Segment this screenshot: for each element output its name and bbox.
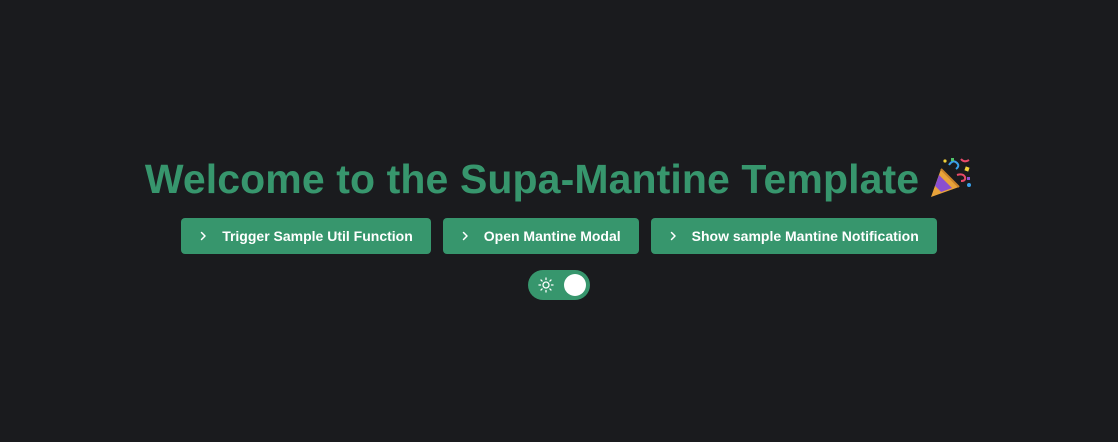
chevron-right-icon	[667, 230, 679, 242]
toggle-thumb[interactable]	[564, 274, 586, 296]
trigger-sample-util-function-button[interactable]: Trigger Sample Util Function	[181, 218, 431, 254]
button-label: Trigger Sample Util Function	[222, 228, 413, 244]
page-title-text: Welcome to the Supa-Mantine Template	[144, 156, 920, 202]
sun-icon	[538, 277, 554, 293]
page-title: Welcome to the Supa-Mantine Template	[0, 150, 1118, 208]
button-label: Show sample Mantine Notification	[691, 228, 919, 244]
page: Welcome to the Supa-Mantine Template Tri…	[0, 0, 1118, 442]
theme-toggle-switch[interactable]	[528, 270, 590, 300]
action-button-row: Trigger Sample Util Function Open Mantin…	[0, 218, 1118, 254]
party-popper-icon	[927, 155, 973, 201]
chevron-right-icon	[459, 230, 471, 242]
button-label: Open Mantine Modal	[483, 228, 621, 244]
show-sample-notification-button[interactable]: Show sample Mantine Notification	[650, 218, 937, 254]
chevron-right-icon	[197, 230, 209, 242]
open-mantine-modal-button[interactable]: Open Mantine Modal	[442, 218, 639, 254]
